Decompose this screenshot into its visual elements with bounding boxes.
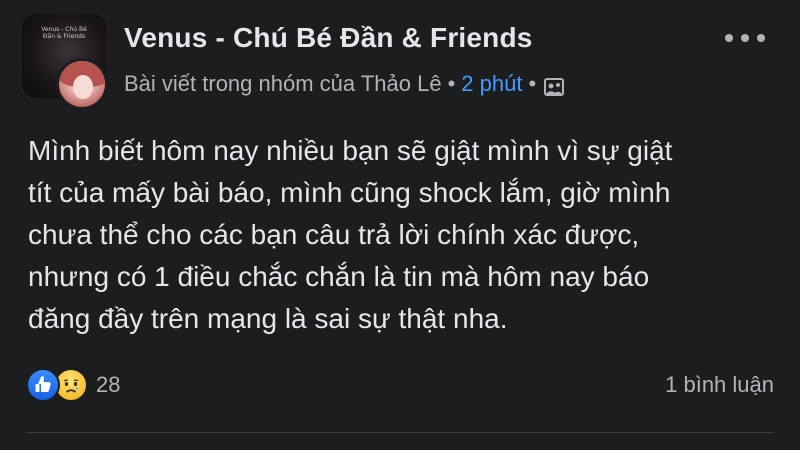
group-name-link[interactable]: Venus - Chú Bé Đần & Friends: [124, 22, 533, 54]
post-body-line: nhưng có 1 điều chắc chắn là tin mà hôm …: [28, 261, 650, 292]
separator-dot: •: [528, 71, 537, 96]
author-context[interactable]: Bài viết trong nhóm của Thảo Lê: [124, 71, 442, 97]
post-body: Mình biết hôm nay nhiều bạn sẽ giật mình…: [28, 130, 778, 340]
more-dot: [725, 34, 733, 42]
post-subtitle: Bài viết trong nhóm của Thảo Lê • 2 phút…: [124, 71, 565, 97]
post-body-line: tít của mấy bài báo, mình cũng shock lắm…: [28, 177, 671, 208]
post-avatar-group[interactable]: Venus - Chú Bé Đần & Friends: [22, 14, 112, 110]
divider: [26, 432, 774, 433]
group-privacy-icon[interactable]: [544, 76, 565, 96]
more-options-button[interactable]: [725, 28, 765, 48]
post-timestamp[interactable]: 2 phút: [461, 71, 522, 97]
reaction-count: 28: [96, 372, 121, 397]
post-body-line: đăng đầy trên mạng là sai sự thật nha.: [28, 303, 508, 334]
user-avatar[interactable]: [56, 58, 108, 110]
post-card: Venus - Chú Bé Đần & Friends Venus - Chú…: [0, 0, 800, 450]
separator-dot: •: [447, 71, 456, 96]
like-icon: [26, 368, 60, 402]
post-body-line: Mình biết hôm nay nhiều bạn sẽ giật mình…: [28, 135, 673, 166]
reactions-summary[interactable]: 28: [26, 368, 120, 402]
more-dot: [741, 34, 749, 42]
more-dot: [757, 34, 765, 42]
avatar-face: [73, 75, 93, 99]
group-avatar-caption: Venus - Chú Bé Đần & Friends: [41, 26, 87, 40]
comments-count-link[interactable]: 1 bình luận: [665, 372, 774, 398]
post-body-line: chưa thể cho các bạn câu trả lời chính x…: [28, 219, 640, 250]
